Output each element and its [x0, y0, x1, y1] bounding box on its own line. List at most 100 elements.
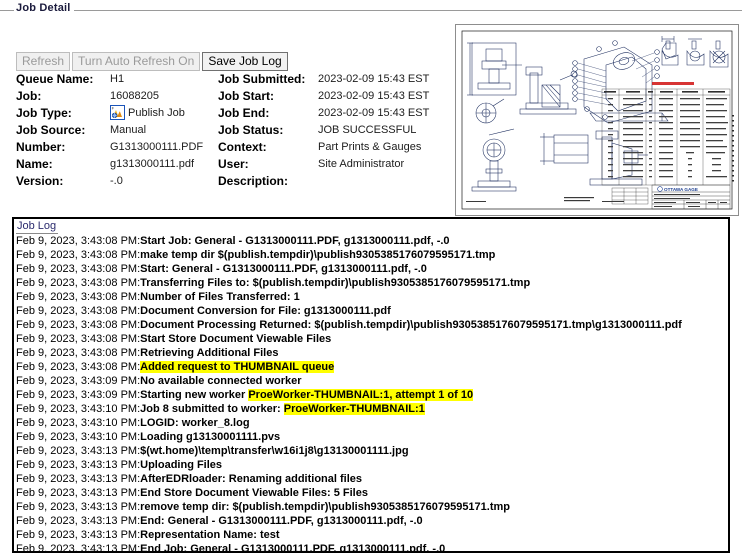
log-message-highlighted: ProeWorker-THUMBNAIL:1, attempt 1 of 10 — [248, 389, 474, 401]
log-message: End: General - G1313000111.PDF, g1313000… — [140, 515, 423, 527]
turn-auto-refresh-on-button[interactable]: Turn Auto Refresh On — [72, 52, 201, 71]
field-value: Publish Job — [128, 107, 185, 119]
log-message: No available connected worker — [140, 375, 302, 387]
job-log-header: Job Log — [16, 220, 59, 234]
log-message: make temp dir $(publish.tempdir)\publish… — [140, 249, 496, 261]
log-line: Feb 9, 2023, 3:43:13 PM:remove temp dir:… — [16, 500, 728, 514]
field-value: Site Administrator — [318, 158, 405, 170]
log-timestamp: Feb 9, 2023, 3:43:13 PM: — [16, 459, 141, 471]
field-context: Context: Part Prints & Gauges — [218, 139, 448, 156]
field-label: Job End: — [218, 106, 270, 120]
field-label: User: — [218, 157, 249, 171]
log-message: Document Conversion for File: g131300011… — [140, 305, 391, 317]
field-label: Name: — [16, 157, 53, 171]
field-value: -.0 — [110, 175, 123, 187]
log-timestamp: Feb 9, 2023, 3:43:13 PM: — [16, 529, 141, 541]
log-timestamp: Feb 9, 2023, 3:43:08 PM: — [16, 235, 141, 247]
field-job-source: Job Source: Manual — [16, 122, 231, 139]
field-value: 2023-02-09 15:43 EST — [318, 107, 430, 119]
log-line: Feb 9, 2023, 3:43:13 PM:Representation N… — [16, 528, 728, 542]
log-line: Feb 9, 2023, 3:43:09 PM:Starting new wor… — [16, 388, 728, 402]
log-message: End Store Document Viewable Files: 5 Fil… — [140, 487, 368, 499]
log-message-highlighted: Added request to THUMBNAIL queue — [140, 361, 335, 373]
field-number: Number: G1313000111.PDF — [16, 139, 231, 156]
field-job: Job: 16088205 — [16, 88, 231, 105]
publish-job-icon: F — [110, 105, 125, 120]
field-job-end: Job End: 2023-02-09 15:43 EST — [218, 105, 448, 122]
field-label: Queue Name: — [16, 72, 94, 86]
log-message: LOGID: worker_8.log — [140, 417, 250, 429]
field-label: Version: — [16, 174, 64, 188]
field-label: Job Start: — [218, 89, 275, 103]
field-value: Part Prints & Gauges — [318, 141, 422, 153]
job-type-value: F Publish Job — [110, 105, 185, 123]
field-job-submitted: Job Submitted: 2023-02-09 15:43 EST — [218, 71, 448, 88]
log-message: Job 8 submitted to worker: — [140, 403, 284, 415]
job-detail-left-column: Queue Name: H1 Job: 16088205 Job Type: F Pub… — [16, 71, 231, 190]
toolbar: Refresh Turn Auto Refresh On Save Job Lo… — [16, 52, 288, 71]
log-timestamp: Feb 9, 2023, 3:43:08 PM: — [16, 263, 141, 275]
panel-header: Job Detail — [0, 2, 744, 18]
log-timestamp: Feb 9, 2023, 3:43:13 PM: — [16, 501, 141, 513]
log-timestamp: Feb 9, 2023, 3:43:08 PM: — [16, 291, 141, 303]
log-message: Number of Files Transferred: 1 — [140, 291, 300, 303]
log-line: Feb 9, 2023, 3:43:13 PM:End Store Docume… — [16, 486, 728, 500]
log-line: Feb 9, 2023, 3:43:10 PM:Job 8 submitted … — [16, 402, 728, 416]
log-line: Feb 9, 2023, 3:43:08 PM:Start Job: Gener… — [16, 234, 728, 248]
log-message: Start Job: General - G1313000111.PDF, g1… — [140, 235, 450, 247]
log-line: Feb 9, 2023, 3:43:10 PM:Loading g1313000… — [16, 430, 728, 444]
log-message: Uploading Files — [140, 459, 223, 471]
title-block-company: OTTAWA GAGE — [664, 187, 698, 192]
log-line: Feb 9, 2023, 3:43:13 PM:Uploading Files — [16, 458, 728, 472]
log-line: Feb 9, 2023, 3:43:08 PM:make temp dir $(… — [16, 248, 728, 262]
log-message: Start: General - G1313000111.PDF, g13130… — [140, 263, 427, 275]
field-label: Job Source: — [16, 123, 86, 137]
field-value: 16088205 — [110, 90, 159, 102]
log-message: Retrieving Additional Files — [140, 347, 279, 359]
log-message: End Job: General - G1313000111.PDF, g131… — [140, 543, 446, 553]
header-rule-right — [74, 10, 742, 11]
log-line: Feb 9, 2023, 3:43:08 PM:Added request to… — [16, 360, 728, 374]
log-timestamp: Feb 9, 2023, 3:43:08 PM: — [16, 277, 141, 289]
log-message: remove temp dir: $(publish.tempdir)\publ… — [140, 501, 511, 513]
field-queue-name: Queue Name: H1 — [16, 71, 231, 88]
log-message: Loading g13130001111.pvs — [140, 431, 281, 443]
log-line: Feb 9, 2023, 3:43:08 PM:Start: General -… — [16, 262, 728, 276]
engineering-drawing-thumbnail[interactable]: OTTAWA GAGE — [455, 24, 739, 216]
field-version: Version: -.0 — [16, 173, 231, 190]
field-job-start: Job Start: 2023-02-09 15:43 EST — [218, 88, 448, 105]
log-line: Feb 9, 2023, 3:43:08 PM:Transferring Fil… — [16, 276, 728, 290]
field-value: G1313000111.PDF — [110, 141, 204, 153]
save-job-log-button[interactable]: Save Job Log — [202, 52, 288, 71]
refresh-button[interactable]: Refresh — [16, 52, 71, 71]
log-line: Feb 9, 2023, 3:43:08 PM:Document Convers… — [16, 304, 728, 318]
field-label: Job Type: — [16, 106, 72, 120]
field-value: 2023-02-09 15:43 EST — [318, 90, 430, 102]
job-detail-right-column: Job Submitted: 2023-02-09 15:43 EST Job S… — [218, 71, 448, 190]
page-title: Job Detail — [16, 2, 71, 14]
log-timestamp: Feb 9, 2023, 3:43:08 PM: — [16, 333, 141, 345]
log-timestamp: Feb 9, 2023, 3:43:08 PM: — [16, 347, 141, 359]
field-description: Description: — [218, 173, 448, 190]
log-message: Representation Name: test — [140, 529, 280, 541]
log-timestamp: Feb 9, 2023, 3:43:08 PM: — [16, 305, 141, 317]
drawing-svg: OTTAWA GAGE — [456, 25, 738, 215]
log-line: Feb 9, 2023, 3:43:08 PM:Number of Files … — [16, 290, 728, 304]
field-value: 2023-02-09 15:43 EST — [318, 73, 430, 85]
log-timestamp: Feb 9, 2023, 3:43:08 PM: — [16, 249, 141, 261]
field-value: H1 — [110, 73, 125, 85]
log-timestamp: Feb 9, 2023, 3:43:10 PM: — [16, 431, 141, 443]
log-line: Feb 9, 2023, 3:43:13 PM:End: General - G… — [16, 514, 728, 528]
log-line: Feb 9, 2023, 3:43:10 PM:LOGID: worker_8.… — [16, 416, 728, 430]
log-timestamp: Feb 9, 2023, 3:43:10 PM: — [16, 403, 141, 415]
log-message-highlighted: ProeWorker-THUMBNAIL:1 — [283, 403, 425, 415]
log-timestamp: Feb 9, 2023, 3:43:08 PM: — [16, 319, 141, 331]
log-message: AfterEDRloader: Renaming additional file… — [140, 473, 363, 485]
log-timestamp: Feb 9, 2023, 3:43:09 PM: — [16, 375, 141, 387]
job-log-panel[interactable]: Job Log Feb 9, 2023, 3:43:08 PM:Start Jo… — [12, 217, 730, 553]
log-timestamp: Feb 9, 2023, 3:43:13 PM: — [16, 515, 141, 527]
log-message: Start Store Document Viewable Files — [140, 333, 332, 345]
field-label: Job Submitted: — [218, 72, 306, 86]
log-message: Transferring Files to: $(publish.tempdir… — [140, 277, 531, 289]
log-timestamp: Feb 9, 2023, 3:43:13 PM: — [16, 473, 141, 485]
